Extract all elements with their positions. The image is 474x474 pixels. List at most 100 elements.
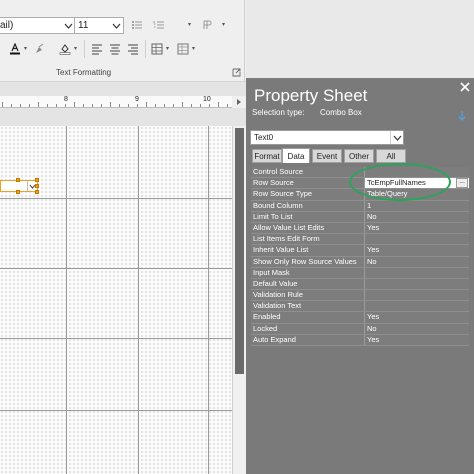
grid-line — [0, 198, 232, 199]
ruler-tick — [92, 104, 93, 107]
bullets-icon[interactable] — [130, 18, 144, 32]
font-size-combo[interactable]: 11 — [74, 17, 124, 34]
ruler-tick — [11, 104, 12, 107]
property-sheet-pane: Property Sheet Selection type: Combo Box… — [246, 78, 474, 474]
object-selector[interactable]: Text0 — [250, 130, 404, 145]
property-label: Auto Expand — [251, 334, 365, 345]
chevron-down-icon[interactable] — [110, 18, 123, 33]
property-value[interactable] — [365, 234, 469, 245]
ribbon-separator — [244, 0, 245, 82]
ruler-tick — [83, 104, 84, 107]
form-design-view: 8 9 10 — [0, 82, 246, 474]
property-label: Validation Text — [251, 301, 365, 312]
chevron-down-icon[interactable] — [390, 131, 403, 144]
property-value[interactable]: Yes — [365, 312, 469, 323]
builder-button[interactable]: ... — [456, 178, 468, 189]
ruler-tick — [65, 104, 66, 107]
ruler-tick — [47, 104, 48, 107]
property-row[interactable]: Auto Expand Yes — [251, 334, 469, 346]
dropdown-caret-icon[interactable]: ▾ — [74, 45, 77, 52]
property-row[interactable]: List Items Edit Form — [251, 234, 469, 246]
font-name-combo[interactable]: ail) — [0, 17, 76, 34]
numbering-icon[interactable] — [152, 18, 166, 32]
font-name-value: ail) — [0, 20, 14, 31]
property-value[interactable]: No — [365, 256, 469, 267]
property-row[interactable]: Inherit Value List Yes — [251, 245, 469, 257]
property-value[interactable]: Yes — [365, 222, 469, 234]
scrollbar-thumb[interactable] — [235, 128, 244, 374]
property-value[interactable] — [365, 290, 469, 301]
ruler-tick — [38, 102, 39, 107]
property-row[interactable]: Validation Text — [251, 301, 469, 313]
tab-all[interactable]: All — [376, 149, 406, 163]
grid-line — [0, 338, 232, 339]
grid-line — [138, 126, 139, 474]
ruler-number: 8 — [64, 96, 68, 103]
alternate-row-color-icon[interactable] — [150, 42, 164, 56]
property-row[interactable]: Locked No — [251, 323, 469, 335]
property-label: Control Source — [251, 167, 365, 178]
resize-handle[interactable] — [35, 184, 39, 188]
dropdown-caret-icon[interactable]: ▾ — [222, 21, 225, 28]
ruler-tick — [128, 104, 129, 107]
design-grid[interactable] — [0, 126, 232, 474]
property-value[interactable]: No — [365, 323, 469, 334]
resize-handle[interactable] — [35, 190, 39, 194]
grid-line — [0, 410, 232, 411]
resize-handle[interactable] — [16, 190, 20, 194]
property-row[interactable]: Bound Column 1 — [251, 200, 469, 212]
resize-handle[interactable] — [35, 178, 39, 182]
ruler-tick — [74, 102, 75, 107]
align-right-icon[interactable] — [126, 42, 140, 56]
conditional-formatting-icon[interactable] — [176, 42, 190, 56]
dropdown-caret-icon[interactable]: ▾ — [188, 21, 191, 28]
property-row[interactable]: Limit To List No — [251, 211, 469, 223]
ruler-tick — [20, 104, 21, 107]
ruler-tick — [137, 104, 138, 107]
resize-handle[interactable] — [16, 178, 20, 182]
property-value[interactable]: Yes — [365, 334, 469, 345]
dropdown-caret-icon[interactable]: ▾ — [192, 45, 195, 52]
property-row[interactable]: Input Mask — [251, 267, 469, 279]
property-value[interactable] — [365, 301, 469, 312]
selection-type-value: Combo Box — [320, 108, 362, 117]
property-label: Allow Value List Edits — [251, 222, 365, 234]
property-row[interactable]: Default Value — [251, 278, 469, 291]
property-sheet-title: Property Sheet — [254, 86, 368, 105]
align-left-icon[interactable] — [90, 42, 104, 56]
sort-order-icon[interactable] — [456, 110, 468, 122]
align-center-icon[interactable] — [108, 42, 122, 56]
property-value[interactable]: Yes — [365, 245, 469, 256]
dropdown-caret-icon[interactable]: ▾ — [24, 45, 27, 52]
fill-color-icon[interactable] — [58, 42, 72, 56]
property-value[interactable]: 1 — [365, 200, 469, 211]
paragraph-direction-icon[interactable] — [200, 18, 214, 32]
property-row[interactable]: Allow Value List Edits Yes — [251, 222, 469, 235]
property-value[interactable]: No — [365, 211, 469, 222]
tab-event[interactable]: Event — [312, 149, 342, 163]
grid-line — [0, 268, 232, 269]
dropdown-caret-icon[interactable]: ▾ — [166, 45, 169, 52]
selection-type-label: Selection type: — [252, 108, 305, 117]
ruler-tick — [119, 104, 120, 107]
dialog-launcher-icon[interactable] — [232, 68, 241, 77]
property-value[interactable] — [365, 278, 469, 290]
tab-label: Format — [254, 151, 280, 161]
property-value[interactable] — [365, 267, 469, 278]
font-color-icon[interactable] — [8, 42, 22, 56]
close-icon[interactable] — [460, 82, 470, 92]
highlight-icon[interactable] — [33, 42, 47, 56]
ruler-number: 10 — [203, 96, 211, 103]
ruler-scroll-right[interactable] — [232, 96, 246, 108]
property-row[interactable]: Validation Rule — [251, 290, 469, 302]
vertical-scrollbar[interactable] — [232, 126, 246, 474]
ribbon-separator — [84, 40, 85, 58]
tab-other[interactable]: Other — [344, 149, 374, 163]
property-row[interactable]: Show Only Row Source Values No — [251, 256, 469, 268]
tab-data[interactable]: Data — [282, 148, 310, 163]
property-row[interactable]: Enabled Yes — [251, 312, 469, 324]
tab-format[interactable]: Format — [252, 149, 282, 163]
horizontal-ruler: 8 9 10 — [0, 96, 232, 108]
ruler-tick — [101, 104, 102, 107]
highlight-annotation-ellipse — [349, 163, 451, 201]
